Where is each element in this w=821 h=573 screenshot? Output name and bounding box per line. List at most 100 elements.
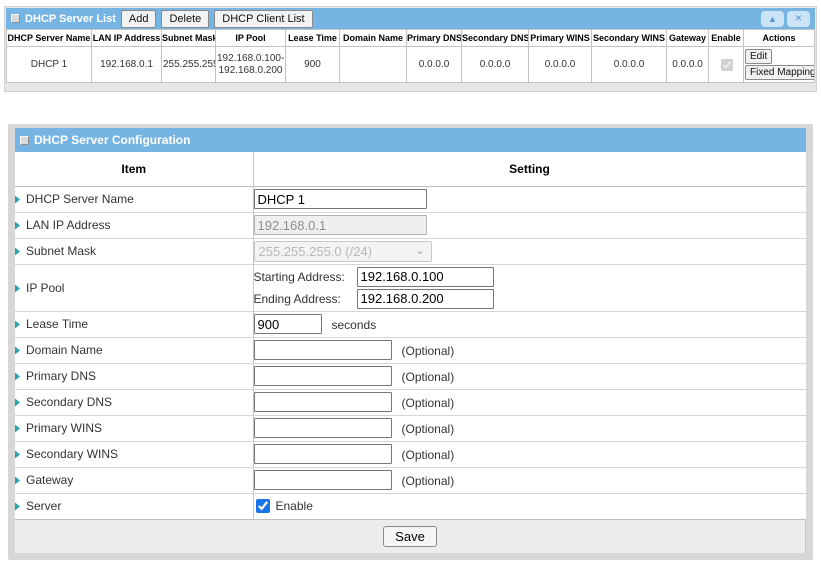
cell-secondary-wins: 0.0.0.0 [592, 47, 667, 83]
item-bullet-icon [15, 284, 20, 292]
column-header-lan-ip: LAN IP Address [92, 30, 162, 47]
secondary-dns-input[interactable] [254, 392, 392, 412]
item-label-text: Secondary WINS [26, 447, 118, 461]
item-label: Subnet Mask [15, 238, 253, 264]
item-label: Gateway [15, 467, 253, 493]
cell-primary-wins: 0.0.0.0 [529, 47, 592, 83]
collapse-icon[interactable]: ▲ [761, 11, 784, 27]
list-table-header-row: DHCP Server Name LAN IP Address Subnet M… [7, 30, 815, 47]
section-icon [20, 136, 29, 145]
item-label-text: LAN IP Address [26, 218, 111, 232]
section-icon [11, 14, 20, 23]
item-label: Primary WINS [15, 415, 253, 441]
cell-domain-name [340, 47, 407, 83]
ending-address-label: Ending Address: [254, 292, 357, 306]
dhcp-server-list-table: DHCP Server Name LAN IP Address Subnet M… [6, 29, 815, 83]
item-bullet-icon [15, 196, 20, 204]
row-server: Server Enable [15, 493, 806, 519]
item-label-text: Primary WINS [26, 421, 102, 435]
optional-hint: (Optional) [402, 370, 455, 384]
ip-pool-start: 192.168.0.100- [217, 53, 284, 65]
item-bullet-icon [15, 373, 20, 381]
row-primary-dns: Primary DNS (Optional) [15, 363, 806, 389]
ip-pool-end: 192.168.0.200 [217, 65, 284, 77]
row-primary-wins: Primary WINS (Optional) [15, 415, 806, 441]
cell-lease-time: 900 [286, 47, 340, 83]
cell-primary-dns: 0.0.0.0 [407, 47, 462, 83]
server-enable-label: Enable [276, 499, 313, 513]
ending-address-input[interactable] [357, 289, 494, 309]
primary-wins-input[interactable] [254, 418, 392, 438]
lease-time-unit: seconds [332, 318, 377, 332]
edit-button[interactable]: Edit [745, 49, 772, 64]
gateway-input[interactable] [254, 470, 392, 490]
item-bullet-icon [15, 503, 20, 511]
cell-subnet-mask: 255.255.255.0 [162, 47, 216, 83]
item-label: Server [15, 493, 253, 519]
lease-time-input[interactable] [254, 314, 322, 334]
optional-hint: (Optional) [402, 396, 455, 410]
config-panel-header: DHCP Server Configuration [15, 128, 806, 152]
lan-ip-address-input [254, 215, 427, 235]
add-button[interactable]: Add [121, 10, 157, 28]
save-button[interactable]: Save [383, 526, 437, 547]
fixed-mapping-button[interactable]: Fixed Mapping [745, 65, 815, 80]
list-panel-header: DHCP Server List Add Delete DHCP Client … [6, 8, 815, 29]
row-lan-ip-address: LAN IP Address [15, 212, 806, 238]
column-header-secondary-wins: Secondary WINS [592, 30, 667, 47]
item-label: Lease Time [15, 311, 253, 337]
item-label: Secondary DNS [15, 389, 253, 415]
column-header-enable: Enable [709, 30, 744, 47]
server-enable-checkbox[interactable] [256, 499, 270, 513]
cell-secondary-dns: 0.0.0.0 [462, 47, 529, 83]
item-bullet-icon [15, 399, 20, 407]
secondary-wins-input[interactable] [254, 444, 392, 464]
row-dhcp-server-name: DHCP Server Name [15, 186, 806, 212]
row-lease-time: Lease Time seconds [15, 311, 806, 337]
cell-lan-ip: 192.168.0.1 [92, 47, 162, 83]
primary-dns-input[interactable] [254, 366, 392, 386]
config-footer-row: Save [15, 519, 806, 553]
item-bullet-icon [15, 451, 20, 459]
item-label-text: Gateway [26, 473, 73, 487]
item-label-text: DHCP Server Name [26, 192, 134, 206]
column-header-primary-dns: Primary DNS [407, 30, 462, 47]
row-gateway: Gateway (Optional) [15, 467, 806, 493]
item-bullet-icon [15, 248, 20, 256]
table-row: DHCP 1 192.168.0.1 255.255.255.0 192.168… [7, 47, 815, 83]
row-enable-checkbox [721, 59, 733, 71]
item-label-text: IP Pool [26, 281, 64, 295]
item-label: Domain Name [15, 337, 253, 363]
column-header-gateway: Gateway [667, 30, 709, 47]
cell-server-name: DHCP 1 [7, 47, 92, 83]
column-header-secondary-dns: Secondary DNS [462, 30, 529, 47]
dhcp-server-name-input[interactable] [254, 189, 427, 209]
cell-enable [709, 47, 744, 83]
cell-actions: Edit Fixed Mapping [744, 47, 815, 83]
item-label: Secondary WINS [15, 441, 253, 467]
close-icon[interactable]: ✕ [787, 11, 810, 27]
item-label: Primary DNS [15, 363, 253, 389]
setting-column-header: Setting [253, 152, 806, 186]
config-header-row: Item Setting [15, 152, 806, 186]
item-bullet-icon [15, 477, 20, 485]
column-header-subnet: Subnet Mask [162, 30, 216, 47]
domain-name-input[interactable] [254, 340, 392, 360]
delete-button[interactable]: Delete [161, 10, 209, 28]
item-label-text: Secondary DNS [26, 395, 112, 409]
row-domain-name: Domain Name (Optional) [15, 337, 806, 363]
starting-address-input[interactable] [357, 267, 494, 287]
item-label-text: Subnet Mask [26, 244, 96, 258]
dhcp-client-list-button[interactable]: DHCP Client List [214, 10, 312, 28]
row-secondary-dns: Secondary DNS (Optional) [15, 389, 806, 415]
item-column-header: Item [15, 152, 253, 186]
list-panel-title: DHCP Server List [25, 13, 116, 25]
item-label-text: Domain Name [26, 343, 103, 357]
dhcp-server-configuration-panel: DHCP Server Configuration Item Setting D… [8, 124, 813, 560]
starting-address-label: Starting Address: [254, 270, 357, 284]
cell-gateway: 0.0.0.0 [667, 47, 709, 83]
item-label: LAN IP Address [15, 212, 253, 238]
window-controls: ▲ ✕ [761, 11, 810, 27]
row-subnet-mask: Subnet Mask 255.255.255.0 (/24) ⌄ [15, 238, 806, 264]
column-header-actions: Actions [744, 30, 815, 47]
